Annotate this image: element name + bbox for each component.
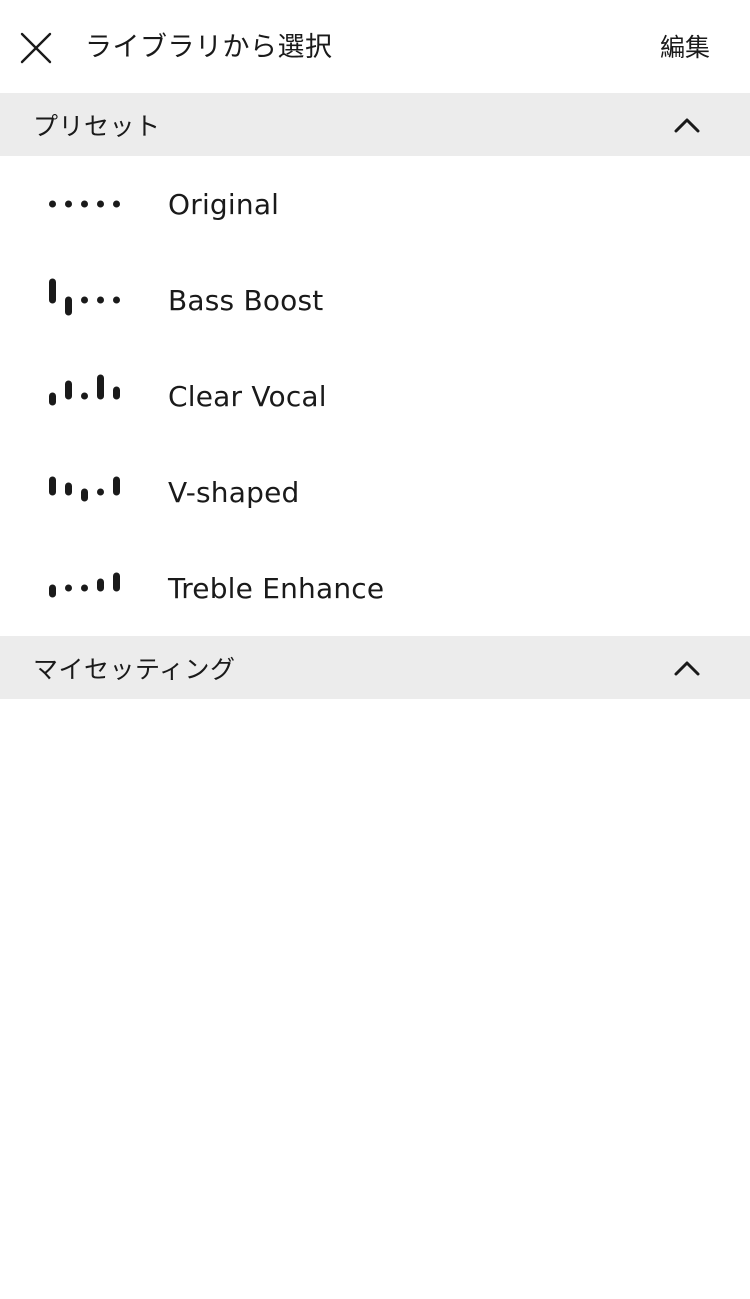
preset-item-original[interactable]: Original bbox=[0, 156, 750, 252]
eq-band-bar bbox=[97, 200, 104, 208]
eq-band-bar bbox=[97, 374, 104, 400]
eq-band-bar bbox=[81, 584, 88, 592]
section-title: プリセット bbox=[33, 111, 161, 141]
chevron-up-icon[interactable] bbox=[672, 115, 702, 135]
eq-band-bar bbox=[49, 392, 56, 406]
preset-label: Bass Boost bbox=[168, 283, 324, 317]
eq-band-bar bbox=[49, 278, 56, 304]
top-bar: ライブラリから選択 編集 bbox=[0, 0, 750, 93]
eq-band-bar bbox=[81, 488, 88, 502]
eq-band-bar bbox=[81, 392, 88, 400]
eq-preset-icon bbox=[49, 278, 120, 316]
chevron-up-icon[interactable] bbox=[672, 658, 702, 678]
eq-band-bar bbox=[113, 386, 120, 400]
preset-item-v-shaped[interactable]: V-shaped bbox=[0, 444, 750, 540]
eq-preset-icon bbox=[49, 476, 120, 502]
eq-band-bar bbox=[65, 200, 72, 208]
eq-band-bar bbox=[97, 296, 104, 304]
eq-band-bar bbox=[65, 380, 72, 400]
preset-label: Original bbox=[168, 187, 280, 221]
eq-band-bar bbox=[81, 296, 88, 304]
eq-preset-icon bbox=[49, 374, 120, 406]
eq-band-bar bbox=[49, 200, 56, 208]
eq-band-bar bbox=[113, 476, 120, 496]
eq-band-bar bbox=[113, 200, 120, 208]
preset-label: Clear Vocal bbox=[168, 379, 327, 413]
section-title: マイセッティング bbox=[33, 654, 236, 684]
page-title: ライブラリから選択 bbox=[85, 32, 333, 63]
eq-band-bar bbox=[113, 296, 120, 304]
eq-band-bar bbox=[65, 482, 72, 496]
eq-band-bar bbox=[81, 200, 88, 208]
section-header-presets[interactable]: プリセット bbox=[0, 93, 750, 156]
preset-item-treble-enhance[interactable]: Treble Enhance bbox=[0, 540, 750, 636]
eq-band-bar bbox=[65, 296, 72, 316]
section-header-my-settings[interactable]: マイセッティング bbox=[0, 636, 750, 699]
preset-item-bass-boost[interactable]: Bass Boost bbox=[0, 252, 750, 348]
preset-label: Treble Enhance bbox=[168, 571, 385, 605]
eq-band-bar bbox=[113, 572, 120, 592]
eq-band-bar bbox=[97, 578, 104, 592]
eq-preset-icon bbox=[49, 200, 120, 208]
close-button[interactable] bbox=[16, 28, 56, 68]
eq-band-bar bbox=[49, 476, 56, 496]
eq-band-bar bbox=[97, 488, 104, 496]
preset-item-clear-vocal[interactable]: Clear Vocal bbox=[0, 348, 750, 444]
close-icon bbox=[20, 32, 52, 64]
eq-band-bar bbox=[65, 584, 72, 592]
edit-button[interactable]: 編集 bbox=[660, 30, 710, 66]
preset-list: Original Bass Boost Clear Vocal V-shaped… bbox=[0, 156, 750, 636]
preset-label: V-shaped bbox=[168, 475, 300, 509]
eq-preset-icon bbox=[49, 572, 120, 598]
eq-band-bar bbox=[49, 584, 56, 598]
